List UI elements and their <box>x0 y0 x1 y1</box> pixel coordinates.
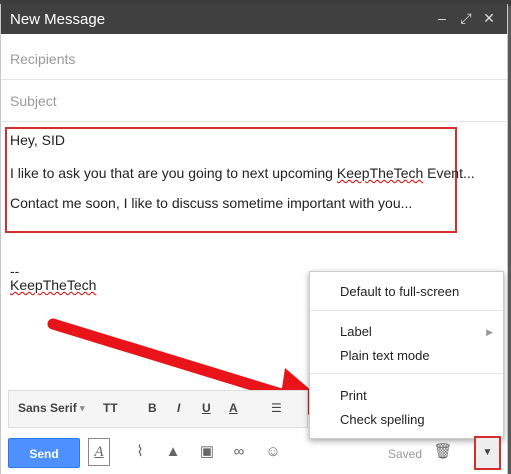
underline-icon[interactable]: U <box>202 401 211 415</box>
compose-bottom-bar: Send A ⌇ ▲ ▣ ∞ ☺ Saved 🗑 ▼ <box>1 436 507 474</box>
align-icon[interactable]: ☰ <box>271 401 282 415</box>
text-color-icon[interactable]: A <box>229 401 238 415</box>
link-icon[interactable]: ∞ <box>229 442 249 462</box>
font-size-icon[interactable]: TT <box>103 401 118 415</box>
menu-item-print[interactable]: Print <box>340 388 367 403</box>
attach-icon[interactable]: ⌇ <box>130 442 150 462</box>
bold-icon[interactable]: B <box>148 401 157 415</box>
formatting-toolbar: Sans Serif ▾ TT B I U A ☰ <box>8 390 308 428</box>
formatting-options-icon[interactable]: A <box>88 438 110 466</box>
font-family-select[interactable]: Sans Serif <box>18 401 77 415</box>
more-options-menu: Default to full-screen Label ▶ Plain tex… <box>309 271 504 439</box>
more-options-button[interactable]: ▼ <box>474 436 501 470</box>
menu-item-fullscreen[interactable]: Default to full-screen <box>340 284 459 299</box>
menu-divider <box>310 310 503 311</box>
menu-divider <box>310 373 503 374</box>
menu-item-label[interactable]: Label <box>340 324 372 339</box>
font-dropdown-icon[interactable]: ▾ <box>80 403 85 414</box>
menu-item-plain-text[interactable]: Plain text mode <box>340 348 430 363</box>
trash-icon[interactable]: 🗑 <box>433 442 453 462</box>
compose-window: New Message – ⤢ ✕ Recipients Subject Hey… <box>0 4 508 474</box>
saved-status: Saved <box>388 447 423 461</box>
emoji-icon[interactable]: ☺ <box>263 442 283 462</box>
photo-icon[interactable]: ▣ <box>197 442 217 462</box>
send-button[interactable]: Send <box>8 438 80 468</box>
italic-icon[interactable]: I <box>177 401 180 415</box>
submenu-arrow-icon: ▶ <box>486 327 493 337</box>
drive-icon[interactable]: ▲ <box>163 442 183 462</box>
menu-item-check-spelling[interactable]: Check spelling <box>340 412 425 427</box>
